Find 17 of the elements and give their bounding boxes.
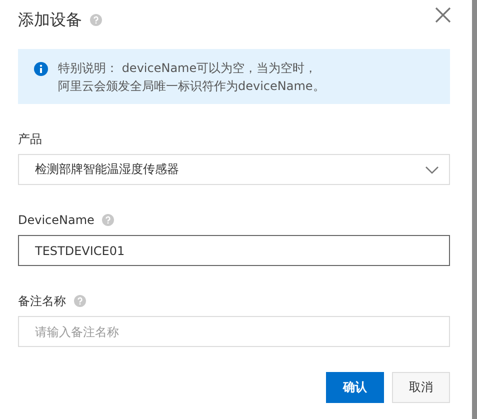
- help-icon[interactable]: [90, 14, 102, 26]
- help-icon[interactable]: [74, 295, 86, 307]
- dialog-title: 添加设备: [18, 10, 82, 30]
- input-field[interactable]: TESTDEVICE01: [18, 235, 450, 266]
- caret-icon: [425, 166, 439, 174]
- notice-text: 特别说明： deviceName可以为空，当为空时，: [58, 60, 318, 76]
- input-field[interactable]: 请输入备注名称: [18, 316, 450, 347]
- info-icon: [34, 62, 48, 76]
- field-label: DeviceName: [18, 213, 94, 227]
- notice-text: 阿里云会颁发全局唯一标识符作为deviceName。: [58, 78, 325, 94]
- cancel-button[interactable]: 取消: [392, 372, 450, 403]
- help-icon[interactable]: [102, 214, 114, 226]
- confirm-button[interactable]: 确认: [326, 372, 384, 403]
- product-select[interactable]: 检测部牌智能温湿度传感器: [18, 154, 450, 185]
- field-label: 产品: [18, 130, 42, 148]
- field-label: 备注名称: [18, 292, 66, 310]
- close-button[interactable]: [435, 7, 451, 23]
